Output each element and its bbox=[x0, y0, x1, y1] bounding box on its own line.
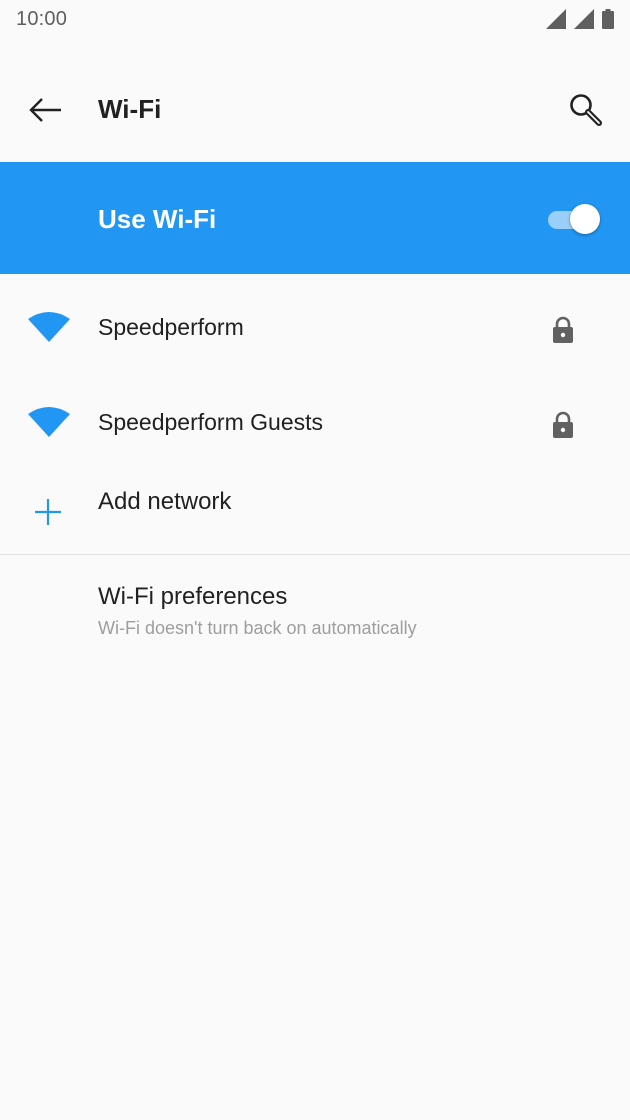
search-button[interactable] bbox=[562, 86, 610, 134]
toggle-thumb bbox=[570, 204, 600, 234]
network-ssid: Speedperform Guests bbox=[98, 409, 324, 435]
status-bar: 10:00 bbox=[0, 0, 630, 40]
wifi-icon bbox=[28, 310, 70, 342]
signal-icon bbox=[546, 9, 566, 29]
status-time: 10:00 bbox=[16, 8, 68, 30]
network-list: Speedperform Speedperform Guests Add net… bbox=[0, 274, 630, 554]
add-network-label: Add network bbox=[98, 488, 232, 515]
lock-icon bbox=[551, 316, 575, 344]
use-wifi-switch-bar[interactable]: Use Wi-Fi bbox=[0, 162, 630, 274]
network-ssid: Speedperform bbox=[98, 314, 244, 340]
add-network-item[interactable]: Add network bbox=[0, 464, 630, 554]
signal-icon bbox=[574, 9, 594, 29]
use-wifi-toggle[interactable] bbox=[548, 203, 600, 235]
battery-icon bbox=[602, 9, 614, 29]
wifi-preferences-subtitle: Wi-Fi doesn't turn back on automatically bbox=[98, 618, 417, 638]
arrow-back-icon bbox=[29, 98, 61, 122]
search-icon bbox=[570, 94, 602, 126]
wifi-preferences-title: Wi-Fi preferences bbox=[98, 583, 288, 610]
network-item[interactable]: Speedperform bbox=[0, 274, 630, 369]
wifi-icon bbox=[28, 405, 70, 437]
wifi-preferences-item[interactable]: Wi-Fi preferences Wi-Fi doesn't turn bac… bbox=[0, 555, 630, 655]
page-title: Wi-Fi bbox=[98, 94, 162, 124]
network-item[interactable]: Speedperform Guests bbox=[0, 369, 630, 464]
use-wifi-label: Use Wi-Fi bbox=[98, 204, 217, 234]
status-icons bbox=[546, 9, 614, 29]
back-button[interactable] bbox=[22, 86, 70, 134]
plus-icon bbox=[33, 497, 63, 527]
lock-icon bbox=[551, 411, 575, 439]
app-bar: Wi-Fi bbox=[0, 56, 630, 162]
